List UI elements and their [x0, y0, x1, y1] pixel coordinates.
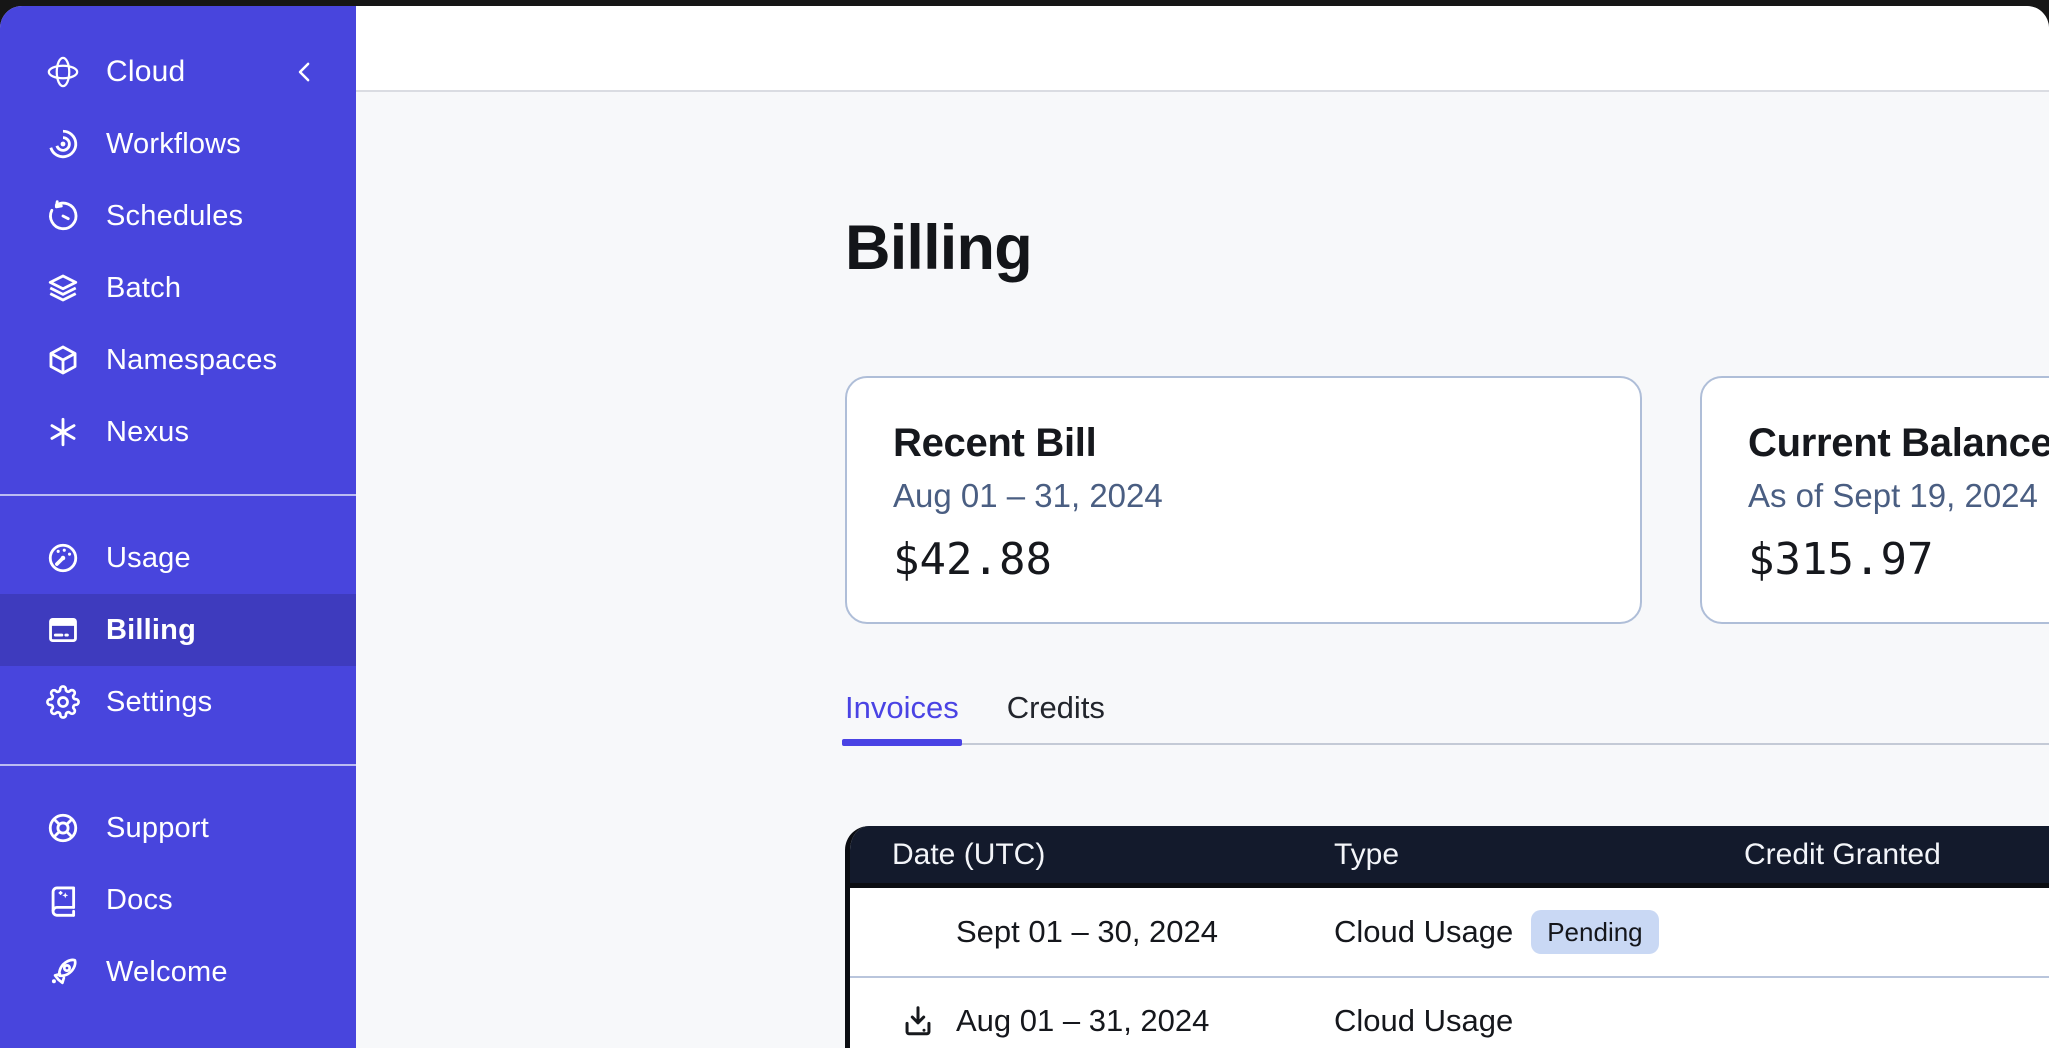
- sidebar-item-billing[interactable]: Billing: [0, 594, 356, 666]
- main-content: Billing Recent Bill Aug 01 – 31, 2024 $4…: [356, 94, 2049, 1048]
- invoice-date: Sept 01 – 30, 2024: [956, 914, 1218, 950]
- sidebar: Cloud Workflows Schedules Batch: [0, 6, 356, 1048]
- namespaces-cube-icon: [46, 343, 80, 377]
- nexus-asterisk-icon: [46, 415, 80, 449]
- card-amount: $315.97: [1748, 534, 2049, 586]
- workflows-spiral-icon: [46, 127, 80, 161]
- sidebar-item-label: Namespaces: [106, 344, 277, 377]
- temporal-cloud-icon: [46, 55, 80, 89]
- sidebar-divider: [0, 494, 356, 496]
- type-cell: Cloud Usage Pending: [1334, 910, 1744, 954]
- welcome-rocket-icon: [46, 955, 80, 989]
- sidebar-item-label: Billing: [106, 614, 196, 647]
- invoice-type: Cloud Usage: [1334, 1003, 1513, 1039]
- column-header-type: Type: [1334, 838, 1744, 872]
- billing-tabs: Invoices Credits: [845, 692, 2049, 745]
- chevron-left-icon[interactable]: [290, 57, 320, 87]
- settings-gear-icon: [46, 685, 80, 719]
- invoice-date: Aug 01 – 31, 2024: [956, 1003, 1209, 1039]
- page-title: Billing: [845, 212, 1032, 284]
- batch-layers-icon: [46, 271, 80, 305]
- column-header-date: Date (UTC): [850, 838, 1334, 872]
- table-header: Date (UTC) Type Credit Granted: [850, 826, 2049, 888]
- download-icon[interactable]: [900, 1003, 936, 1039]
- sidebar-brand-cloud[interactable]: Cloud: [0, 36, 356, 108]
- sidebar-item-nexus[interactable]: Nexus: [0, 396, 356, 468]
- card-subtitle: Aug 01 – 31, 2024: [893, 476, 1594, 516]
- usage-gauge-icon: [46, 541, 80, 575]
- current-balance-card: Current Balance As of Sept 19, 2024 $315…: [1700, 376, 2049, 624]
- sidebar-divider: [0, 764, 356, 766]
- sidebar-item-label: Usage: [106, 542, 191, 575]
- sidebar-item-settings[interactable]: Settings: [0, 666, 356, 738]
- sidebar-item-namespaces[interactable]: Namespaces: [0, 324, 356, 396]
- tab-invoices[interactable]: Invoices: [845, 692, 959, 743]
- icon-placeholder: [900, 914, 936, 950]
- sidebar-brand-label: Cloud: [106, 55, 185, 89]
- support-lifebuoy-icon: [46, 811, 80, 845]
- sidebar-item-docs[interactable]: Docs: [0, 864, 356, 936]
- sidebar-item-label: Settings: [106, 686, 212, 719]
- card-amount: $42.88: [893, 534, 1594, 586]
- card-title: Recent Bill: [893, 420, 1594, 466]
- status-badge-pending: Pending: [1531, 910, 1658, 954]
- sidebar-item-label: Support: [106, 812, 209, 845]
- sidebar-item-label: Welcome: [106, 956, 228, 989]
- recent-bill-card: Recent Bill Aug 01 – 31, 2024 $42.88: [845, 376, 1642, 624]
- sidebar-item-usage[interactable]: Usage: [0, 522, 356, 594]
- type-cell: Cloud Usage: [1334, 1003, 1744, 1039]
- card-subtitle: As of Sept 19, 2024: [1748, 476, 2049, 516]
- sidebar-item-label: Schedules: [106, 200, 243, 233]
- sidebar-item-label: Nexus: [106, 416, 189, 449]
- billing-card-icon: [46, 613, 80, 647]
- table-row: Sept 01 – 30, 2024 Cloud Usage Pending: [850, 888, 2049, 976]
- invoices-table: Date (UTC) Type Credit Granted Sept 01 –…: [845, 826, 2049, 1048]
- sidebar-item-workflows[interactable]: Workflows: [0, 108, 356, 180]
- docs-book-icon: [46, 883, 80, 917]
- app-window: Cloud Workflows Schedules Batch: [0, 6, 2049, 1048]
- date-cell: Sept 01 – 30, 2024: [850, 914, 1334, 950]
- invoice-type: Cloud Usage: [1334, 914, 1513, 950]
- column-header-credit-granted: Credit Granted: [1744, 838, 2049, 872]
- sidebar-item-label: Docs: [106, 884, 173, 917]
- sidebar-item-support[interactable]: Support: [0, 792, 356, 864]
- card-title: Current Balance: [1748, 420, 2049, 466]
- table-row: Aug 01 – 31, 2024 Cloud Usage: [850, 976, 2049, 1048]
- schedules-clock-icon: [46, 199, 80, 233]
- sidebar-item-batch[interactable]: Batch: [0, 252, 356, 324]
- sidebar-item-welcome[interactable]: Welcome: [0, 936, 356, 1008]
- sidebar-item-schedules[interactable]: Schedules: [0, 180, 356, 252]
- sidebar-item-label: Batch: [106, 272, 181, 305]
- sidebar-item-label: Workflows: [106, 128, 241, 161]
- topbar: [356, 6, 2049, 92]
- tab-credits[interactable]: Credits: [1007, 692, 1105, 743]
- date-cell: Aug 01 – 31, 2024: [850, 1003, 1334, 1039]
